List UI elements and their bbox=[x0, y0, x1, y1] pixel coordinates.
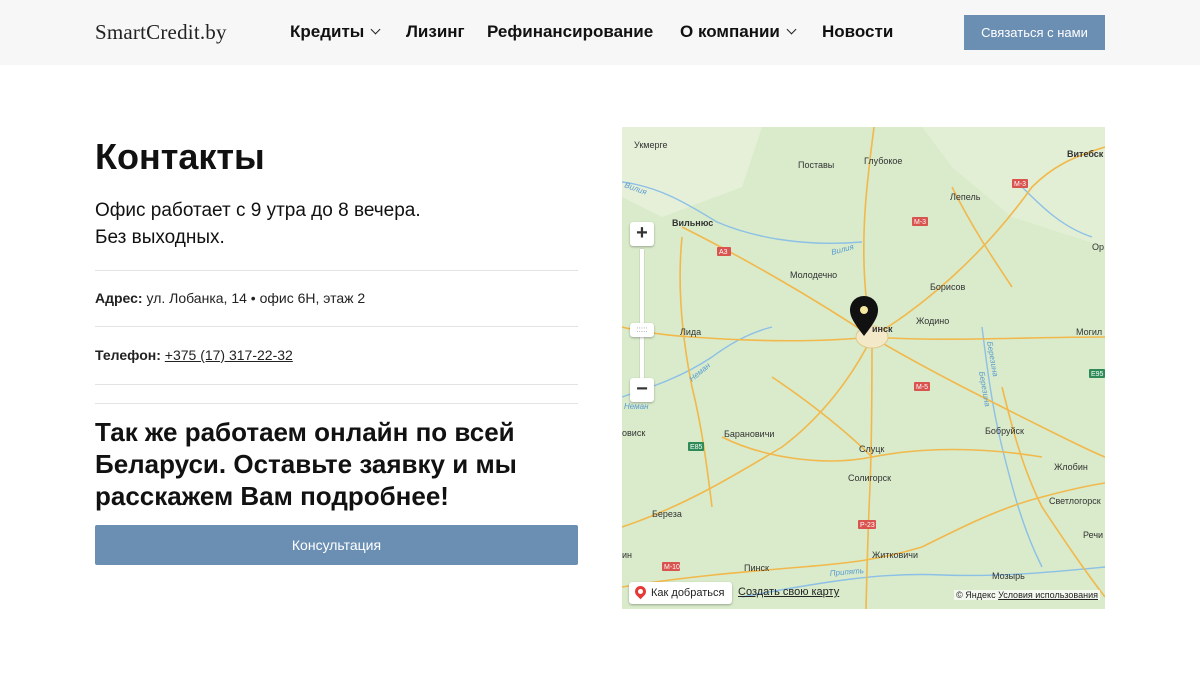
city-label: Глубокое bbox=[864, 156, 902, 166]
create-map-link[interactable]: Создать свою карту bbox=[738, 586, 839, 598]
nav-item-leasing[interactable]: Лизинг bbox=[406, 22, 465, 42]
road-badge-label: E95 bbox=[1091, 371, 1104, 378]
city-label: Витебск bbox=[1067, 149, 1104, 159]
zoom-in-button[interactable]: + bbox=[630, 222, 654, 246]
city-label: Могил bbox=[1076, 327, 1102, 337]
contact-us-button[interactable]: Связаться с нами bbox=[964, 15, 1105, 50]
divider bbox=[95, 403, 578, 404]
map-pin-icon bbox=[632, 583, 649, 600]
city-label: Солигорск bbox=[848, 473, 891, 483]
online-promo-text: Так же работаем онлайн по всей Беларуси.… bbox=[95, 417, 517, 511]
city-label: овиск bbox=[622, 428, 645, 438]
office-hours-line: Офис работает с 9 утра до 8 вечера. bbox=[95, 200, 421, 221]
address-value: ул. Лобанка, 14 • офис 6Н, этаж 2 bbox=[146, 290, 366, 306]
site-header: SmartCredit.by Кредиты Лизинг Рефинансир… bbox=[0, 0, 1200, 65]
divider bbox=[95, 326, 578, 327]
city-label: Житковичи bbox=[872, 550, 918, 560]
chevron-down-icon bbox=[370, 24, 381, 35]
road-badge-label: P-23 bbox=[860, 522, 875, 529]
nav-item-about[interactable]: О компании bbox=[680, 22, 797, 42]
city-label: Слуцк bbox=[859, 444, 884, 454]
city-label: Жодино bbox=[916, 316, 949, 326]
office-hours: Офис работает с 9 утра до 8 вечера. Без … bbox=[95, 197, 421, 251]
nav-item-label: Лизинг bbox=[406, 22, 465, 41]
city-label: Барановичи bbox=[724, 429, 774, 439]
road-badge-label: M-3 bbox=[914, 219, 926, 226]
site-logo[interactable]: SmartCredit.by bbox=[95, 20, 227, 45]
yandex-map[interactable]: M-3 M-3 A3 M-5 E85 P-23 M-10 E95 Вилия В… bbox=[622, 127, 1105, 609]
city-label: Бобруйск bbox=[985, 426, 1024, 436]
city-label: Мозырь bbox=[992, 571, 1025, 581]
chevron-down-icon bbox=[786, 24, 797, 35]
road-badge-label: A3 bbox=[719, 249, 728, 256]
city-label: Лепель bbox=[950, 192, 981, 202]
phone-row: Телефон: +375 (17) 317-22-32 bbox=[95, 347, 293, 363]
consultation-button[interactable]: Консультация bbox=[95, 525, 578, 565]
route-button-label: Как добраться bbox=[651, 587, 725, 599]
city-label: Поставы bbox=[798, 160, 834, 170]
nav-item-label: Новости bbox=[822, 22, 894, 41]
road-badge-label: M-3 bbox=[1014, 181, 1026, 188]
map-copyright: © Яндекс Условия использования bbox=[954, 590, 1100, 600]
city-label: ин bbox=[622, 550, 632, 560]
road-badge-label: E85 bbox=[690, 444, 703, 451]
city-label: Ор bbox=[1092, 242, 1104, 252]
copyright-text: © Яндекс bbox=[956, 590, 996, 600]
city-label: Жлобин bbox=[1054, 462, 1088, 472]
address-label: Адрес: bbox=[95, 290, 143, 306]
nav-item-label: О компании bbox=[680, 22, 780, 41]
nav-item-refinancing[interactable]: Рефинансирование bbox=[487, 22, 653, 42]
city-label: инск bbox=[872, 324, 893, 334]
map-canvas[interactable]: M-3 M-3 A3 M-5 E85 P-23 M-10 E95 Вилия В… bbox=[622, 127, 1105, 609]
nav-item-credits[interactable]: Кредиты bbox=[290, 22, 381, 42]
river-label: Неман bbox=[624, 402, 649, 411]
nav-item-label: Кредиты bbox=[290, 22, 365, 41]
zoom-slider-thumb[interactable]: ::::: bbox=[630, 323, 654, 337]
divider bbox=[95, 270, 578, 271]
city-label: Борисов bbox=[930, 282, 966, 292]
zoom-out-button[interactable]: − bbox=[630, 378, 654, 402]
address-row: Адрес: ул. Лобанка, 14 • офис 6Н, этаж 2 bbox=[95, 290, 365, 306]
nav-item-label: Рефинансирование bbox=[487, 22, 654, 41]
route-button[interactable]: Как добраться bbox=[629, 582, 733, 604]
zoom-slider-track[interactable] bbox=[640, 249, 644, 389]
terms-link[interactable]: Условия использования bbox=[998, 590, 1098, 600]
city-label: Молодечно bbox=[790, 270, 837, 280]
divider bbox=[95, 384, 578, 385]
road-badge-label: M-10 bbox=[664, 564, 680, 571]
page-title: Контакты bbox=[95, 136, 265, 177]
city-label: Вильнюс bbox=[672, 218, 713, 228]
road-badge-label: M-5 bbox=[916, 384, 928, 391]
city-label: Светлогорск bbox=[1049, 496, 1101, 506]
city-label: Береза bbox=[652, 509, 682, 519]
office-hours-line: Без выходных. bbox=[95, 227, 225, 248]
city-label: Лида bbox=[680, 327, 701, 337]
phone-link[interactable]: +375 (17) 317-22-32 bbox=[165, 347, 293, 363]
city-label: Пинск bbox=[744, 563, 769, 573]
city-label: Укмерге bbox=[634, 140, 668, 150]
city-label: Речи bbox=[1083, 530, 1103, 540]
nav-item-news[interactable]: Новости bbox=[822, 22, 893, 42]
phone-label: Телефон: bbox=[95, 347, 161, 363]
